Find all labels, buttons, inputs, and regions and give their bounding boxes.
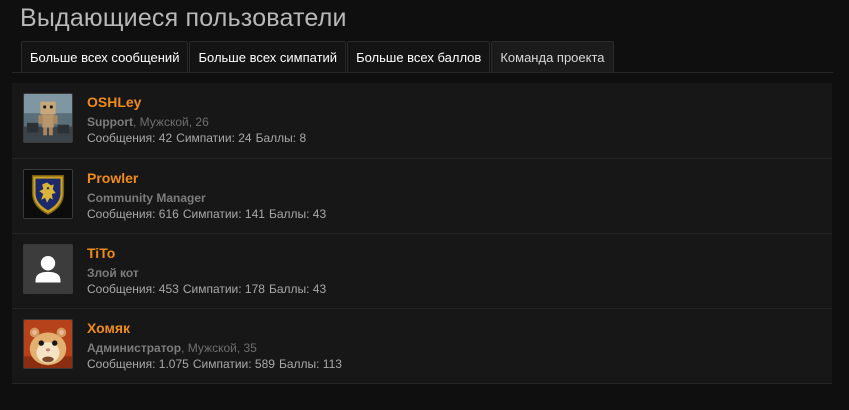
- robot-avatar-icon: [24, 94, 72, 142]
- tab-most-messages[interactable]: Больше всех сообщений: [21, 41, 189, 72]
- stat-likes: Симпатии: 141: [182, 207, 265, 221]
- list-item: Хомяк Администратор, Мужской, 35 Сообщен…: [12, 308, 832, 383]
- user-title-line: Злой кот: [87, 265, 330, 281]
- user-role: Злой кот: [87, 266, 139, 280]
- user-stats: Сообщения: 1.075 Симпатии: 589 Баллы: 113: [87, 356, 346, 372]
- user-stats: Сообщения: 616 Симпатии: 141 Баллы: 43: [87, 206, 330, 222]
- user-title-line: Support, Мужской, 26: [87, 114, 310, 130]
- user-info: TiTo Злой кот Сообщения: 453 Симпатии: 17…: [87, 245, 330, 297]
- hamster-avatar-icon: [24, 320, 72, 368]
- user-title-line: Администратор, Мужской, 35: [87, 340, 346, 356]
- username-link[interactable]: TiTo: [87, 245, 115, 262]
- page: Выдающиеся пользователи Больше всех сооб…: [0, 0, 849, 410]
- user-role: Community Manager: [87, 191, 206, 205]
- stat-likes: Симпатии: 589: [192, 357, 275, 371]
- avatar-hamster-icon[interactable]: [23, 319, 73, 369]
- user-extra: , Мужской, 35: [181, 341, 257, 355]
- stat-messages: Сообщения: 453: [87, 282, 179, 296]
- user-role: Администратор: [87, 341, 182, 355]
- user-stats: Сообщения: 42 Симпатии: 24 Баллы: 8: [87, 130, 310, 146]
- list-item: OSHLey Support, Мужской, 26 Сообщения: 4…: [12, 83, 832, 158]
- user-info: Хомяк Администратор, Мужской, 35 Сообщен…: [87, 320, 346, 372]
- tab-bar: Больше всех сообщений Больше всех симпат…: [21, 41, 615, 73]
- stat-points: Баллы: 113: [278, 357, 342, 371]
- user-info: OSHLey Support, Мужской, 26 Сообщения: 4…: [87, 94, 310, 146]
- user-role: Support: [87, 115, 133, 129]
- user-info: Prowler Community Manager Сообщения: 616…: [87, 170, 330, 222]
- page-title: Выдающиеся пользователи: [20, 4, 347, 32]
- avatar-robot-icon[interactable]: [23, 93, 73, 143]
- user-list: OSHLey Support, Мужской, 26 Сообщения: 4…: [12, 83, 832, 384]
- stat-likes: Симпатии: 24: [176, 131, 252, 145]
- username-link[interactable]: OSHLey: [87, 94, 141, 111]
- lion-shield-avatar-icon: [24, 170, 72, 218]
- tab-most-points[interactable]: Больше всех баллов: [347, 41, 491, 72]
- stat-points: Баллы: 8: [255, 131, 307, 145]
- list-item: TiTo Злой кот Сообщения: 453 Симпатии: 17…: [12, 233, 832, 308]
- stat-points: Баллы: 43: [268, 282, 327, 296]
- username-link[interactable]: Хомяк: [87, 320, 130, 337]
- stat-messages: Сообщения: 42: [87, 131, 173, 145]
- username-link[interactable]: Prowler: [87, 170, 138, 187]
- avatar-default-user-icon[interactable]: [23, 244, 73, 294]
- tab-most-likes[interactable]: Больше всех симпатий: [189, 41, 347, 72]
- stat-messages: Сообщения: 1.075: [87, 357, 189, 371]
- default-user-avatar-icon: [24, 245, 72, 293]
- stat-messages: Сообщения: 616: [87, 207, 179, 221]
- user-stats: Сообщения: 453 Симпатии: 178 Баллы: 43: [87, 281, 330, 297]
- stat-likes: Симпатии: 178: [182, 282, 265, 296]
- user-title-line: Community Manager: [87, 190, 330, 206]
- stat-points: Баллы: 43: [268, 207, 327, 221]
- list-item: Prowler Community Manager Сообщения: 616…: [12, 158, 832, 233]
- tab-project-team[interactable]: Команда проекта: [491, 41, 614, 73]
- user-extra: , Мужской, 26: [133, 115, 209, 129]
- tab-divider: [12, 72, 833, 73]
- avatar-lion-shield-icon[interactable]: [23, 169, 73, 219]
